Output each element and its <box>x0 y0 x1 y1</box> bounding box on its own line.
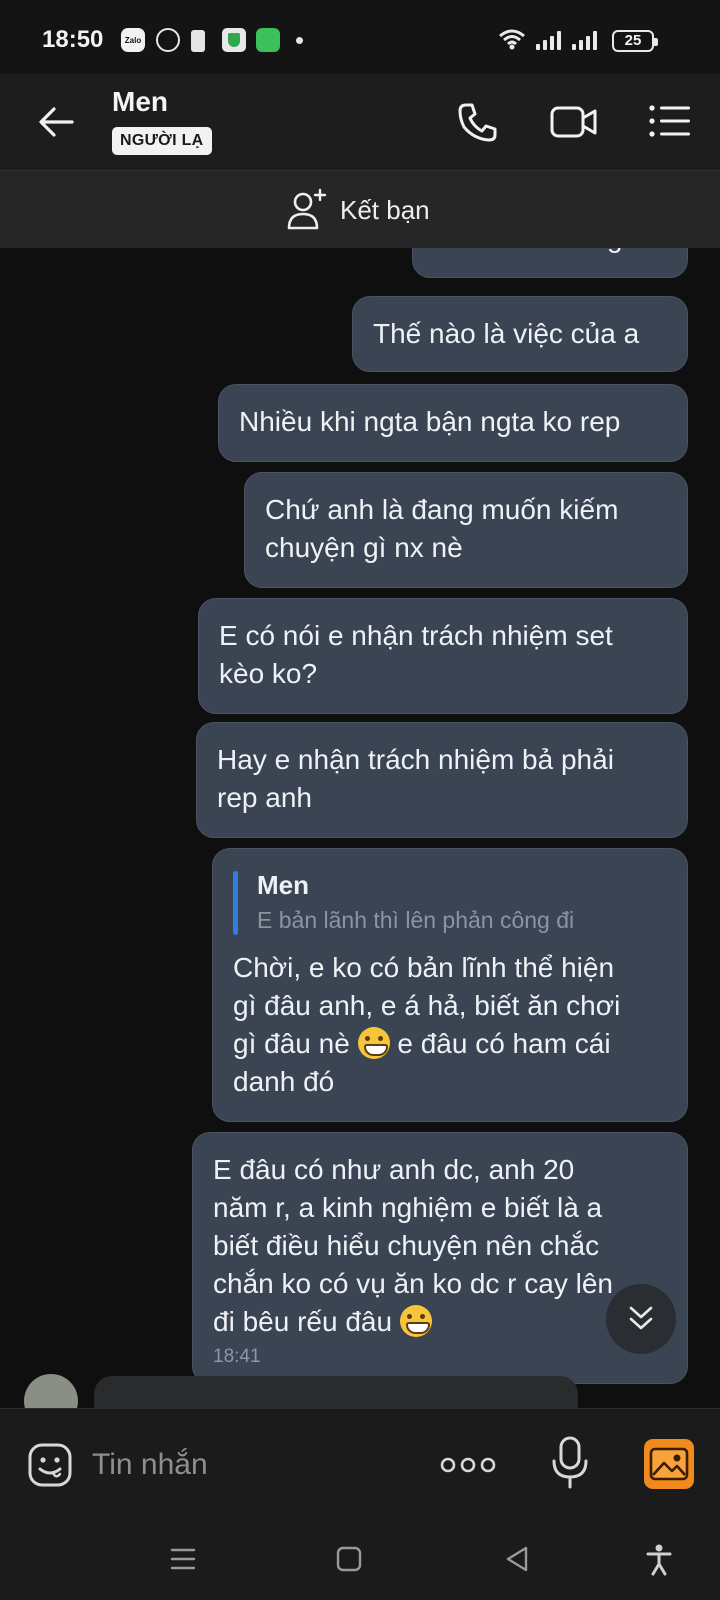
phone-icon[interactable] <box>452 96 504 148</box>
grinning-emoji-icon <box>357 1027 390 1059</box>
message-bubble[interactable]: E đâu có như anh dc, anh 20 năm r, a kin… <box>192 1132 688 1384</box>
message-line: đi bêu rếu đâu <box>213 1303 667 1341</box>
message-text: e đâu có ham cái <box>397 1028 611 1059</box>
contact-name[interactable]: Men <box>112 86 168 118</box>
more-notifications-icon <box>296 37 303 44</box>
message-text: gì đâu nè <box>233 1028 350 1059</box>
message-text: Nhiều khi ngta bận ngta ko rep <box>239 406 621 437</box>
system-nav-bar <box>0 1518 720 1600</box>
add-friend-button[interactable]: Kết bạn <box>286 183 430 237</box>
chat-header: Men NGƯỜI LẠ <box>0 74 720 170</box>
message-line: gì đâu nè e đâu có ham cái <box>233 1025 667 1063</box>
message-text: đi bêu rếu đâu <box>213 1306 393 1337</box>
avatar[interactable] <box>24 1374 78 1408</box>
incoming-message-bubble[interactable] <box>94 1376 578 1408</box>
status-bar: 18:50 Zalo 25 <box>0 0 720 74</box>
shield-icon <box>222 28 246 52</box>
add-user-icon <box>287 188 327 230</box>
messenger-icon <box>156 28 180 52</box>
message-text: gì đâu anh, e á hả, biết ăn chơi <box>233 990 621 1021</box>
message-text: Chứ anh là đang muốn kiếm <box>265 494 619 525</box>
microphone-icon[interactable] <box>548 1435 592 1491</box>
quoted-message[interactable]: Men E bản lãnh thì lên phản công đi <box>233 867 667 937</box>
message-bubble[interactable]: Nhiều khi ngta bận ngta ko rep <box>218 384 688 462</box>
message-text: năm r, a kinh nghiệm e biết là a <box>213 1192 603 1223</box>
message-bubble[interactable]: Chứ anh là đang muốn kiếm chuyện gì nx n… <box>244 472 688 588</box>
zalo-icon: Zalo <box>121 28 145 52</box>
app-icon <box>256 28 280 52</box>
message-text: biết điều hiểu chuyện nên chắc <box>213 1230 600 1261</box>
scroll-to-bottom-button[interactable] <box>606 1284 676 1354</box>
message-text: kèo ko? <box>219 658 318 689</box>
battery-saver-icon <box>191 30 205 52</box>
gallery-icon[interactable] <box>644 1439 694 1489</box>
signal-icon <box>572 30 600 50</box>
sticker-icon[interactable] <box>26 1441 74 1489</box>
message-text: Thế nào là việc của a <box>373 318 640 349</box>
double-chevron-down-icon <box>629 1306 653 1330</box>
message-text: Hay e nhận trách nhiệm bả phải <box>217 744 614 775</box>
message-bubble[interactable]: Anh nên với ngta <box>412 248 688 278</box>
home-icon[interactable] <box>332 1542 366 1576</box>
quote-text: E bản lãnh thì lên phản công đi <box>257 907 575 933</box>
signal-icon <box>536 30 564 50</box>
message-text: E đâu có như anh dc, anh 20 <box>213 1154 575 1185</box>
reply-message-bubble[interactable]: Men E bản lãnh thì lên phản công đi Chời… <box>212 848 688 1122</box>
menu-icon[interactable] <box>644 96 696 148</box>
grinning-emoji-icon <box>399 1305 432 1337</box>
stranger-badge: NGƯỜI LẠ <box>112 127 212 155</box>
message-bubble[interactable]: Hay e nhận trách nhiệm bả phải rep anh <box>196 722 688 838</box>
message-text: Anh nên với ngta <box>433 248 667 257</box>
quote-author: Men <box>257 870 309 900</box>
accessibility-icon[interactable] <box>642 1542 676 1576</box>
message-input[interactable] <box>92 1439 392 1491</box>
message-text: E có nói e nhận trách nhiệm set <box>219 620 613 651</box>
add-friend-bar: Kết bạn <box>0 170 720 248</box>
back-nav-icon[interactable] <box>500 1542 534 1576</box>
message-time: 18:41 <box>213 1346 261 1367</box>
recent-apps-icon[interactable] <box>166 1542 200 1576</box>
message-text: chắn ko có vụ ăn ko dc r cay lên <box>213 1268 613 1299</box>
back-arrow-icon[interactable] <box>32 98 80 146</box>
battery-icon: 25 <box>612 30 658 52</box>
message-bubble[interactable]: E có nói e nhận trách nhiệm set kèo ko? <box>198 598 688 714</box>
message-text: danh đó <box>233 1066 335 1097</box>
quote-bar <box>233 871 238 935</box>
status-time: 18:50 <box>42 26 104 53</box>
message-bubble[interactable]: Thế nào là việc của a <box>352 296 688 372</box>
message-text: rep anh <box>217 782 312 813</box>
more-options-icon[interactable] <box>440 1451 496 1479</box>
video-call-icon[interactable] <box>548 96 600 148</box>
message-input-bar <box>0 1408 720 1518</box>
wifi-icon <box>499 29 525 50</box>
chat-messages[interactable]: Anh nên với ngta Thế nào là việc của a N… <box>0 248 720 1408</box>
message-text: chuyện gì nx nè <box>265 532 463 563</box>
message-text: Chời, e ko có bản lĩnh thể hiện <box>233 952 615 983</box>
add-friend-label: Kết bạn <box>340 194 430 225</box>
